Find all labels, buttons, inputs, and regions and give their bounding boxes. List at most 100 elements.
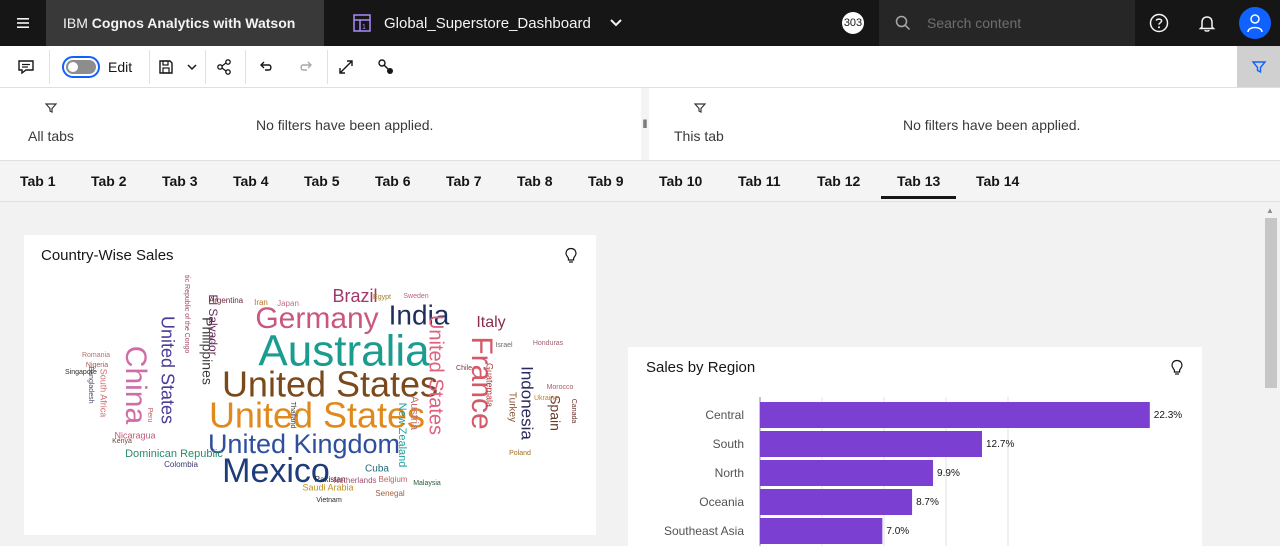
notification-count-badge[interactable]: 303 bbox=[842, 12, 864, 34]
redo-icon[interactable] bbox=[290, 46, 322, 88]
word-indonesia[interactable]: Indonesia bbox=[518, 366, 537, 440]
word-chile[interactable]: Chile bbox=[456, 365, 472, 372]
user-avatar[interactable] bbox=[1232, 0, 1278, 46]
region-bar-chart[interactable]: Central 22.3% South 12.7% North 9.9% Oceania 8.… bbox=[628, 397, 1202, 546]
top-header: IBM Cognos Analytics with Watson 1 Globa… bbox=[0, 0, 1280, 46]
tab-1[interactable]: Tab 1 bbox=[20, 161, 56, 201]
sales-by-region-widget[interactable]: Sales by Region Central 22.3% South 12.7% No… bbox=[628, 347, 1202, 546]
tab-3[interactable]: Tab 3 bbox=[162, 161, 198, 201]
word-argentina[interactable]: Argentina bbox=[209, 296, 244, 305]
word-peru[interactable]: Peru bbox=[146, 408, 153, 423]
undo-icon[interactable] bbox=[250, 46, 282, 88]
word-egypt[interactable]: Egypt bbox=[373, 294, 391, 301]
word-iran[interactable]: Iran bbox=[254, 298, 268, 307]
all-tabs-label: All tabs bbox=[28, 128, 74, 144]
scrollbar-thumb[interactable] bbox=[1265, 218, 1277, 388]
country-wise-sales-widget[interactable]: Country-Wise Sales Australia United State… bbox=[24, 235, 596, 535]
tab-12[interactable]: Tab 12 bbox=[817, 161, 860, 201]
word-vietnam[interactable]: Vietnam bbox=[316, 497, 342, 504]
bar-oceania[interactable] bbox=[760, 489, 913, 515]
this-tab-no-filters-message: No filters have been applied. bbox=[903, 117, 1081, 133]
comment-icon[interactable] bbox=[8, 46, 44, 88]
word-austria[interactable]: Austria bbox=[408, 396, 420, 431]
word-brazil[interactable]: Brazil bbox=[332, 286, 377, 306]
save-icon[interactable] bbox=[154, 46, 178, 88]
word-japan[interactable]: Japan bbox=[277, 299, 299, 308]
word-south-africa[interactable]: South Africa bbox=[99, 369, 109, 418]
chevron-down-icon[interactable] bbox=[609, 16, 623, 30]
edit-mode-toggle[interactable]: Edit bbox=[62, 46, 142, 88]
word-democratic-republic-of-the-congo[interactable]: Democratic Republic of the Congo bbox=[183, 275, 190, 353]
word-israel[interactable]: Israel bbox=[495, 342, 513, 349]
word-cuba[interactable]: Cuba bbox=[365, 464, 389, 475]
word-italy[interactable]: Italy bbox=[476, 314, 505, 331]
tab-7[interactable]: Tab 7 bbox=[446, 161, 482, 201]
tab-11[interactable]: Tab 11 bbox=[738, 161, 781, 201]
scroll-up-arrow-icon[interactable]: ▲ bbox=[1266, 206, 1274, 215]
tab-5[interactable]: Tab 5 bbox=[304, 161, 340, 201]
filter-panel-button[interactable] bbox=[1237, 46, 1280, 87]
edit-toggle-switch[interactable] bbox=[62, 56, 100, 78]
fullscreen-icon[interactable] bbox=[330, 46, 362, 88]
insights-lightbulb-icon[interactable] bbox=[1170, 359, 1184, 377]
word-dominican-republic[interactable]: Dominican Republic bbox=[125, 448, 223, 460]
word-malaysia[interactable]: Malaysia bbox=[413, 480, 441, 487]
filter-splitter-handle[interactable]: ‖ bbox=[641, 88, 649, 160]
relationships-icon[interactable] bbox=[370, 46, 402, 88]
word-united-states[interactable]: United States bbox=[157, 316, 177, 424]
share-icon[interactable] bbox=[208, 46, 240, 88]
edit-label: Edit bbox=[108, 59, 133, 75]
bar-southeast-asia[interactable] bbox=[760, 518, 883, 544]
filter-icon bbox=[45, 103, 57, 113]
tab-13[interactable]: Tab 13 bbox=[880, 161, 957, 201]
word-canada[interactable]: Canada bbox=[570, 399, 577, 424]
word-germany[interactable]: Germany bbox=[255, 302, 378, 335]
word-nigeria[interactable]: Nigeria bbox=[86, 362, 108, 369]
product-title[interactable]: IBM Cognos Analytics with Watson bbox=[46, 0, 324, 46]
tab-9[interactable]: Tab 9 bbox=[588, 161, 624, 201]
user-icon bbox=[1247, 14, 1263, 33]
country-word-cloud[interactable]: AustraliaUnited StatesUnited StatesGerma… bbox=[24, 275, 596, 535]
notification-bell-icon[interactable] bbox=[1184, 0, 1230, 46]
category-label: Oceania bbox=[699, 495, 744, 509]
tab-8[interactable]: Tab 8 bbox=[517, 161, 553, 201]
word-thailand[interactable]: Thailand bbox=[289, 402, 296, 429]
bar-central[interactable] bbox=[760, 402, 1150, 428]
word-honduras[interactable]: Honduras bbox=[533, 340, 564, 347]
word-kenya[interactable]: Kenya bbox=[112, 438, 132, 445]
word-united-states[interactable]: United States bbox=[425, 315, 447, 435]
tab-6[interactable]: Tab 6 bbox=[375, 161, 411, 201]
menu-icon[interactable] bbox=[0, 0, 46, 46]
word-morocco[interactable]: Morocco bbox=[547, 384, 574, 391]
insights-lightbulb-icon[interactable] bbox=[564, 247, 578, 265]
word-sweden[interactable]: Sweden bbox=[403, 293, 428, 300]
help-icon[interactable] bbox=[1136, 0, 1182, 46]
bar-south[interactable] bbox=[760, 431, 982, 457]
tab-10[interactable]: Tab 10 bbox=[659, 161, 702, 201]
search-input[interactable] bbox=[927, 15, 1127, 31]
word-poland[interactable]: Poland bbox=[509, 450, 531, 457]
bar-north[interactable] bbox=[760, 460, 934, 486]
word-netherlands[interactable]: Netherlands bbox=[333, 476, 376, 485]
data-label: 8.7% bbox=[916, 497, 939, 508]
tab-4[interactable]: Tab 4 bbox=[233, 161, 269, 201]
word-romania[interactable]: Romania bbox=[82, 352, 110, 359]
word-belgium[interactable]: Belgium bbox=[379, 475, 408, 484]
category-label: South bbox=[713, 437, 744, 451]
search-bar[interactable] bbox=[879, 0, 1135, 46]
word-guatemala[interactable]: Guatemala bbox=[485, 363, 495, 407]
word-senegal[interactable]: Senegal bbox=[375, 489, 405, 498]
all-tabs-filter-area[interactable]: All tabs No filters have been applied. bbox=[0, 88, 641, 160]
canvas-scrollbar[interactable]: ▲ bbox=[1262, 202, 1280, 546]
word-singapore[interactable]: Singapore bbox=[65, 369, 97, 376]
data-label: 22.3% bbox=[1154, 410, 1182, 421]
this-tab-filter-area[interactable]: This tab No filters have been applied. bbox=[649, 88, 1280, 160]
word-colombia[interactable]: Colombia bbox=[164, 460, 198, 469]
tab-14[interactable]: Tab 14 bbox=[976, 161, 1019, 201]
word-ukraine[interactable]: Ukraine bbox=[534, 395, 558, 402]
word-new-zealand[interactable]: New Zealand bbox=[396, 403, 408, 468]
save-options-chevron-icon[interactable] bbox=[180, 46, 204, 88]
word-turkey[interactable]: Turkey bbox=[506, 392, 517, 422]
dashboard-switcher[interactable]: 1 Global_Superstore_Dashboard bbox=[352, 0, 623, 46]
tab-2[interactable]: Tab 2 bbox=[91, 161, 127, 201]
